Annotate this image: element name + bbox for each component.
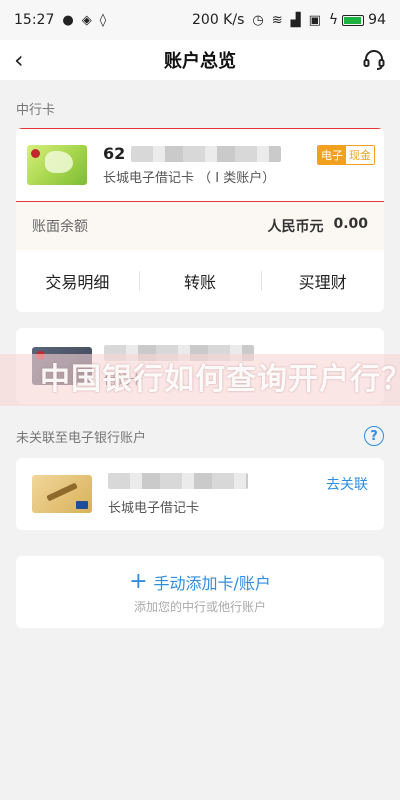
add-account-title: 手动添加卡/账户	[153, 573, 271, 593]
buy-wealth-button[interactable]: 买理财	[261, 269, 384, 293]
card-number: 62	[103, 144, 126, 163]
sim-icon: ▣	[308, 12, 321, 28]
battery-level: 94	[368, 12, 386, 28]
unlinked-section-header: 未关联至电子银行账户 ?	[0, 424, 400, 448]
balance-row: 账面余额 人民币元 0.00	[16, 202, 384, 250]
balance-value: 0.00	[333, 216, 368, 232]
card-actions: 交易明细 转账 买理财	[16, 250, 384, 312]
alarm-icon: ◷	[252, 12, 264, 28]
china-map-icon	[45, 151, 73, 173]
balance-label: 账面余额	[32, 219, 88, 235]
message-icon: ●	[62, 12, 74, 28]
wifi-icon: ≋	[271, 12, 283, 28]
section-label-unlinked: 未关联至电子银行账户	[16, 430, 147, 446]
battery-indicator: ϟ 94	[329, 12, 386, 28]
section-label-boc-cards: 中行卡	[16, 103, 56, 118]
currency-label: 人民币元	[267, 219, 324, 235]
charging-icon: ϟ	[328, 12, 339, 28]
status-bar: 15:27 ● ◈ ◊ 200 K/s ◷ ≋ ▟ ▣ ϟ 94	[0, 0, 400, 40]
boc-logo-icon	[31, 149, 40, 158]
gold-card-image	[32, 475, 92, 513]
signal-icon: ▟	[290, 12, 301, 28]
unionpay-logo-icon	[76, 501, 88, 509]
add-account-subtitle: 添加您的中行或他行账户	[133, 599, 266, 614]
customer-service-button[interactable]	[356, 48, 386, 72]
add-account-button[interactable]: + 手动添加卡/账户 添加您的中行或他行账户	[16, 556, 384, 628]
back-button[interactable]: ‹	[14, 48, 44, 72]
card-type-label: 长城电子借记卡	[108, 500, 200, 516]
battery-icon	[342, 14, 365, 26]
masked-card-number	[108, 472, 248, 489]
unlinked-card[interactable]: 长城电子借记卡 去关联	[16, 458, 384, 530]
masked-card-number	[131, 145, 282, 162]
card-type-label: 长城电子借记卡 （ Ⅰ 类账户）	[103, 171, 276, 186]
main-card-row[interactable]: 62 长城电子借记卡 （ Ⅰ 类账户） 电子 现金	[16, 128, 384, 202]
app-notification-icon: ◈	[81, 12, 92, 28]
drop-icon: ◊	[99, 12, 107, 28]
electronic-cash-badge: 电子 现金	[317, 145, 375, 165]
great-wall-icon	[46, 482, 78, 502]
watermark-banner: 中国银行如何查询开户行？这5种方法超	[0, 354, 400, 406]
status-time: 15:27	[14, 12, 55, 28]
network-speed: 200 K/s	[192, 12, 245, 28]
main-account-card: 62 长城电子借记卡 （ Ⅰ 类账户） 电子 现金 账面余额 人民币元 0.00…	[16, 128, 384, 312]
chevron-left-icon: ‹	[14, 46, 24, 74]
help-icon[interactable]: ?	[364, 426, 384, 446]
link-account-button[interactable]: 去关联	[326, 474, 368, 494]
transfer-button[interactable]: 转账	[138, 269, 262, 293]
headset-icon	[363, 50, 385, 70]
plus-icon: +	[129, 568, 148, 594]
page-title: 账户总览	[164, 51, 236, 72]
nav-bar: ‹ 账户总览	[0, 40, 400, 80]
transaction-details-button[interactable]: 交易明细	[16, 269, 139, 293]
green-card-image	[27, 145, 87, 185]
